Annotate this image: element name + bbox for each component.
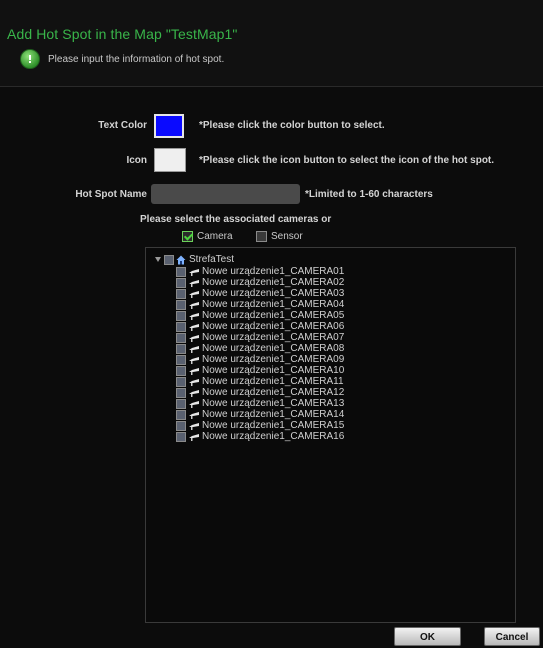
camera-icon [188, 389, 200, 397]
camera-icon [188, 422, 200, 430]
camera-tree-item[interactable]: Nowe urządzenie1_CAMERA10 [176, 365, 344, 376]
camera-icon [188, 411, 200, 419]
camera-tree-item[interactable]: Nowe urządzenie1_CAMERA06 [176, 321, 344, 332]
camera-tree-item[interactable]: Nowe urządzenie1_CAMERA15 [176, 420, 344, 431]
camera-list: Nowe urządzenie1_CAMERA01 Nowe urządzenie… [176, 266, 344, 442]
collapse-arrow-icon[interactable] [155, 257, 161, 262]
camera-icon [188, 290, 200, 298]
cancel-button[interactable]: Cancel [484, 627, 540, 646]
camera-tree-item[interactable]: Nowe urządzenie1_CAMERA02 [176, 277, 344, 288]
camera-icon [188, 279, 200, 287]
sensor-checkbox-label: Sensor [271, 231, 303, 242]
camera-item-label: Nowe urządzenie1_CAMERA06 [202, 321, 345, 332]
hot-spot-name-input[interactable] [151, 184, 300, 204]
hot-spot-name-label: Hot Spot Name [75, 189, 147, 200]
camera-item-label: Nowe urządzenie1_CAMERA10 [202, 365, 345, 376]
camera-item-label: Nowe urządzenie1_CAMERA15 [202, 420, 345, 431]
camera-item-checkbox[interactable] [176, 277, 186, 288]
camera-item-label: Nowe urządzenie1_CAMERA08 [202, 343, 345, 354]
camera-tree-item[interactable]: Nowe urządzenie1_CAMERA07 [176, 332, 344, 343]
camera-tree-item[interactable]: Nowe urządzenie1_CAMERA13 [176, 398, 344, 409]
camera-tree-item[interactable]: Nowe urządzenie1_CAMERA11 [176, 376, 344, 387]
ok-button[interactable]: OK [394, 627, 461, 646]
text-color-hint: *Please click the color button to select… [199, 120, 385, 131]
camera-item-checkbox[interactable] [176, 343, 186, 354]
camera-item-label: Nowe urządzenie1_CAMERA07 [202, 332, 345, 343]
camera-item-label: Nowe urządzenie1_CAMERA01 [202, 266, 345, 277]
camera-tree-item[interactable]: Nowe urządzenie1_CAMERA12 [176, 387, 344, 398]
text-color-button[interactable] [154, 114, 184, 138]
camera-item-checkbox[interactable] [176, 299, 186, 310]
tree-root-node[interactable]: StrefaTest [155, 253, 234, 266]
camera-item-checkbox[interactable] [176, 387, 186, 398]
tree-root-checkbox[interactable] [164, 254, 174, 265]
camera-checkbox[interactable] [182, 231, 193, 242]
dialog-header: Add Hot Spot in the Map "TestMap1" Pleas… [0, 0, 543, 86]
camera-item-checkbox[interactable] [176, 288, 186, 299]
camera-item-label: Nowe urządzenie1_CAMERA14 [202, 409, 345, 420]
camera-item-checkbox[interactable] [176, 398, 186, 409]
camera-tree-item[interactable]: Nowe urządzenie1_CAMERA16 [176, 431, 344, 442]
camera-checkbox-label: Camera [197, 231, 233, 242]
sensor-checkbox[interactable] [256, 231, 267, 242]
camera-icon [188, 323, 200, 331]
camera-icon [188, 400, 200, 408]
camera-item-checkbox[interactable] [176, 431, 186, 442]
camera-icon [188, 378, 200, 386]
camera-icon [188, 345, 200, 353]
camera-item-label: Nowe urządzenie1_CAMERA09 [202, 354, 345, 365]
associated-label: Please select the associated cameras or [140, 214, 332, 225]
camera-item-checkbox[interactable] [176, 332, 186, 343]
camera-item-label: Nowe urządzenie1_CAMERA11 [202, 376, 344, 387]
camera-icon [188, 367, 200, 375]
camera-tree-item[interactable]: Nowe urządzenie1_CAMERA08 [176, 343, 344, 354]
add-hot-spot-dialog: Add Hot Spot in the Map "TestMap1" Pleas… [0, 0, 543, 648]
camera-tree-item[interactable]: Nowe urządzenie1_CAMERA09 [176, 354, 344, 365]
camera-icon [188, 301, 200, 309]
info-row: Please input the information of hot spot… [20, 49, 224, 69]
text-color-label: Text Color [98, 120, 147, 131]
home-icon [176, 255, 186, 265]
dialog-title: Add Hot Spot in the Map "TestMap1" [7, 26, 238, 42]
hot-spot-name-hint: *Limited to 1-60 characters [305, 189, 433, 200]
camera-tree-item[interactable]: Nowe urządzenie1_CAMERA03 [176, 288, 344, 299]
camera-item-checkbox[interactable] [176, 365, 186, 376]
camera-item-checkbox[interactable] [176, 354, 186, 365]
camera-icon [188, 433, 200, 441]
camera-item-label: Nowe urządzenie1_CAMERA02 [202, 277, 345, 288]
camera-item-label: Nowe urządzenie1_CAMERA05 [202, 310, 345, 321]
camera-item-label: Nowe urządzenie1_CAMERA04 [202, 299, 345, 310]
tree-root-label: StrefaTest [189, 254, 235, 265]
icon-hint: *Please click the icon button to select … [199, 155, 495, 166]
camera-item-checkbox[interactable] [176, 266, 186, 277]
camera-item-label: Nowe urządzenie1_CAMERA03 [202, 288, 345, 299]
camera-icon [188, 312, 200, 320]
camera-item-checkbox[interactable] [176, 376, 186, 387]
header-divider [0, 86, 543, 87]
info-bubble-icon [20, 49, 40, 69]
camera-tree-item[interactable]: Nowe urządzenie1_CAMERA01 [176, 266, 344, 277]
camera-item-checkbox[interactable] [176, 409, 186, 420]
camera-tree-item[interactable]: Nowe urządzenie1_CAMERA14 [176, 409, 344, 420]
camera-item-checkbox[interactable] [176, 420, 186, 431]
camera-item-label: Nowe urządzenie1_CAMERA13 [202, 398, 345, 409]
sensor-checkbox-row[interactable]: Sensor [256, 231, 303, 242]
camera-checkbox-row[interactable]: Camera [182, 231, 233, 242]
camera-tree[interactable]: StrefaTest Nowe urządzenie1_CAMERA01 Nowe… [145, 247, 516, 623]
camera-icon [188, 356, 200, 364]
icon-label: Icon [126, 155, 147, 166]
info-text: Please input the information of hot spot… [48, 53, 225, 65]
camera-item-checkbox[interactable] [176, 321, 186, 332]
camera-icon [188, 334, 200, 342]
camera-item-checkbox[interactable] [176, 310, 186, 321]
camera-icon [188, 268, 200, 276]
camera-tree-item[interactable]: Nowe urządzenie1_CAMERA04 [176, 299, 344, 310]
camera-item-label: Nowe urządzenie1_CAMERA16 [202, 431, 345, 442]
camera-tree-item[interactable]: Nowe urządzenie1_CAMERA05 [176, 310, 344, 321]
camera-item-label: Nowe urządzenie1_CAMERA12 [202, 387, 345, 398]
icon-select-button[interactable] [154, 148, 186, 172]
